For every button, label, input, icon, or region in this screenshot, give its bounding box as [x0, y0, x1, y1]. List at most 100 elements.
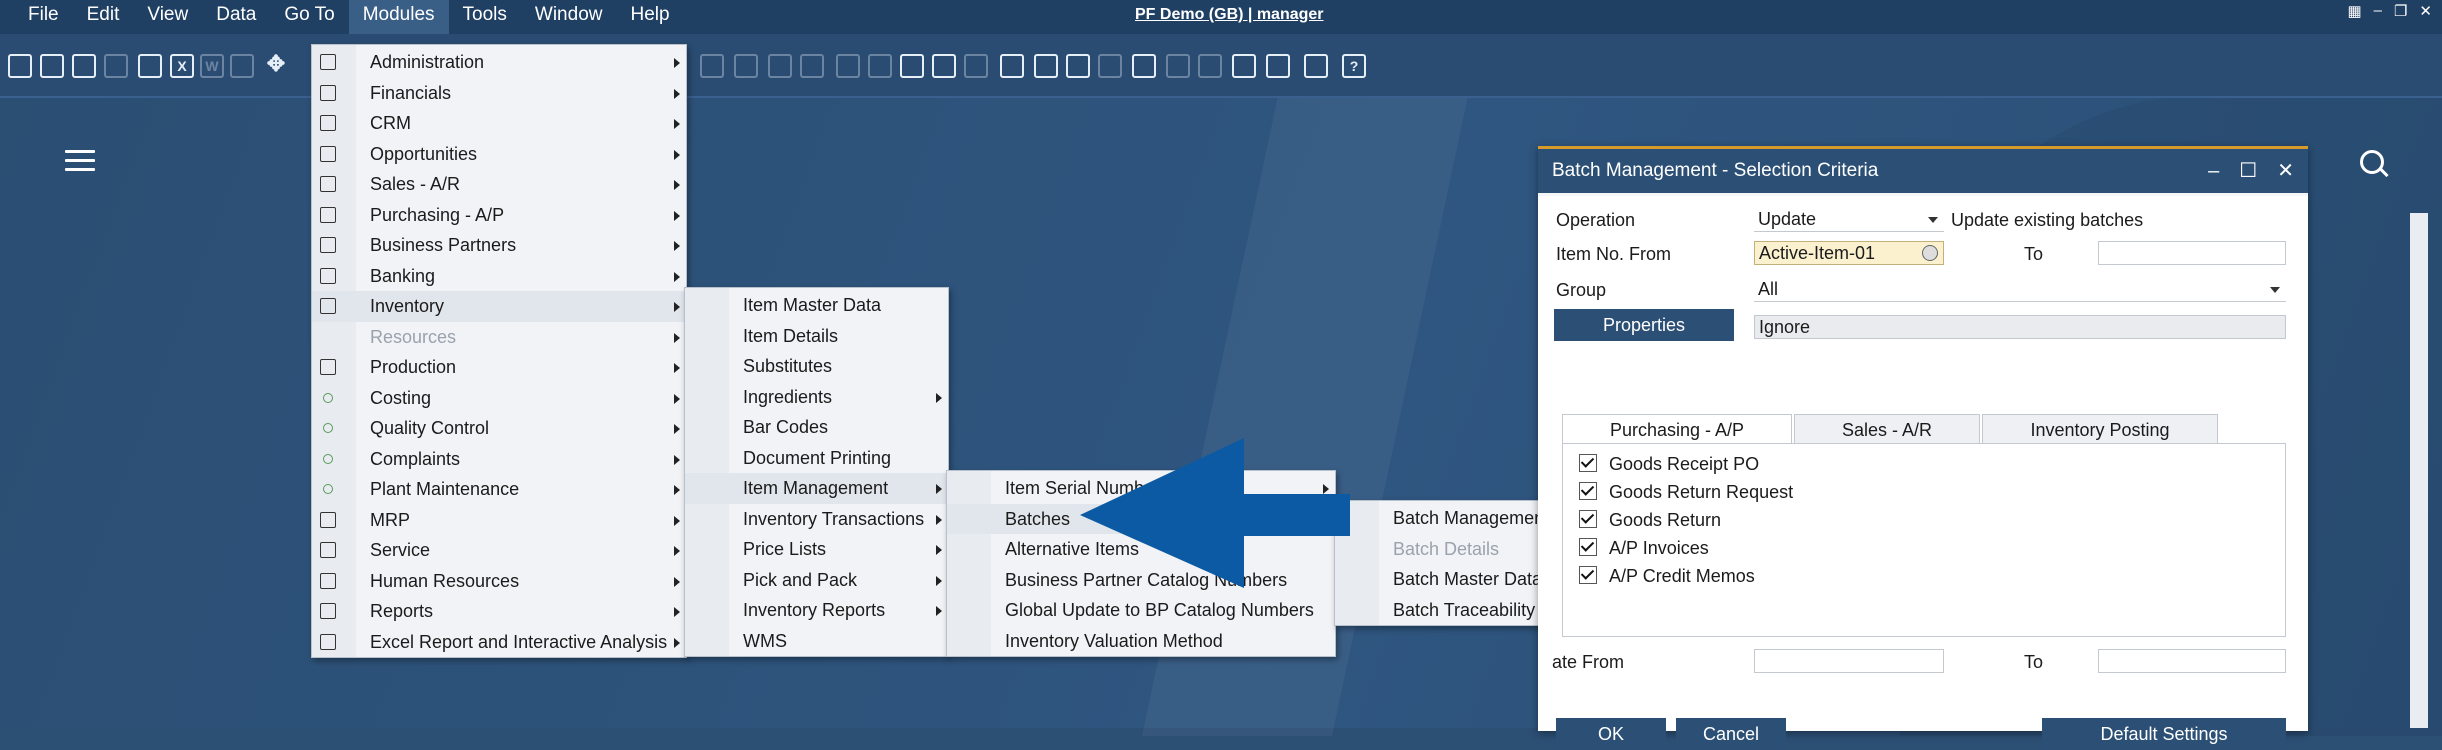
toolbar-icon-j[interactable]: [1000, 54, 1024, 78]
dialog-title-bar[interactable]: Batch Management - Selection Criteria – …: [1538, 149, 2308, 193]
app-title[interactable]: PF Demo (GB) | manager: [1135, 6, 1324, 24]
date-to-field[interactable]: [2098, 649, 2286, 673]
help-icon[interactable]: ?: [1342, 54, 1366, 78]
move-icon[interactable]: ✥: [264, 53, 288, 78]
properties-button[interactable]: Properties: [1554, 309, 1734, 341]
menu-item-ingredients[interactable]: Ingredients: [685, 382, 948, 413]
operation-dropdown[interactable]: Update: [1754, 208, 1944, 232]
menu-item-opportunities[interactable]: Opportunities: [312, 139, 686, 170]
menu-item-bar-codes[interactable]: Bar Codes: [685, 412, 948, 443]
toolbar-icon-m[interactable]: [1098, 54, 1122, 78]
menu-item-excel-report[interactable]: Excel Report and Interactive Analysis: [312, 627, 686, 658]
minimize-icon[interactable]: –: [2208, 149, 2219, 193]
toolbar-icon-f[interactable]: [868, 54, 892, 78]
menu-item-production[interactable]: Production: [312, 352, 686, 383]
menu-item-mrp[interactable]: MRP: [312, 505, 686, 536]
tab-sales[interactable]: Sales - A/R: [1794, 414, 1980, 444]
toolbar-icon-d[interactable]: [800, 54, 824, 78]
menu-item-service[interactable]: Service: [312, 535, 686, 566]
menu-item-banking[interactable]: Banking: [312, 261, 686, 292]
send-icon[interactable]: [138, 54, 162, 78]
menu-item-substitutes[interactable]: Substitutes: [685, 351, 948, 382]
tab-inventory-posting[interactable]: Inventory Posting: [1982, 414, 2218, 444]
checkbox-ap-invoices[interactable]: [1579, 538, 1597, 556]
toolbar-icon-k[interactable]: [1034, 54, 1058, 78]
toolbar-icon-r[interactable]: [1266, 54, 1290, 78]
close-icon[interactable]: ✕: [2277, 149, 2294, 193]
toolbar-icon-c[interactable]: [768, 54, 792, 78]
menu-item-crm[interactable]: CRM: [312, 108, 686, 139]
toolbar-icon-l[interactable]: [1066, 54, 1090, 78]
menu-item-global-update-bp-catalog[interactable]: Global Update to BP Catalog Numbers: [947, 595, 1335, 626]
menu-file[interactable]: File: [14, 0, 73, 34]
search-icon[interactable]: [2360, 150, 2384, 174]
checkbox-ap-credit-memos[interactable]: [1579, 566, 1597, 584]
menu-item-inventory-reports[interactable]: Inventory Reports: [685, 595, 948, 626]
export-excel-icon[interactable]: X: [170, 54, 194, 78]
menu-item-business-partners[interactable]: Business Partners: [312, 230, 686, 261]
group-dropdown[interactable]: All: [1754, 278, 2286, 302]
restore-icon[interactable]: ❐: [2394, 2, 2407, 20]
checkbox-goods-receipt-po[interactable]: [1579, 454, 1597, 472]
export-word-icon[interactable]: W: [200, 54, 224, 78]
cancel-button[interactable]: Cancel: [1676, 718, 1786, 750]
menu-item-item-details[interactable]: Item Details: [685, 321, 948, 352]
menu-help[interactable]: Help: [616, 0, 683, 34]
minimize-icon[interactable]: –: [2374, 2, 2382, 20]
maximize-icon[interactable]: ☐: [2239, 149, 2257, 193]
item-from-field[interactable]: Active-Item-01: [1754, 241, 1944, 265]
toolbar-icon-s[interactable]: [1304, 54, 1328, 78]
menu-item-item-master-data[interactable]: Item Master Data: [685, 290, 948, 321]
toolbar-icon-h[interactable]: [932, 54, 956, 78]
menu-item-quality-control[interactable]: Quality Control: [312, 413, 686, 444]
menu-item-complaints[interactable]: Complaints: [312, 444, 686, 475]
toolbar-icon-n[interactable]: [1132, 54, 1156, 78]
vertical-scrollbar[interactable]: [2410, 213, 2428, 728]
menu-view[interactable]: View: [133, 0, 202, 34]
menu-item-inventory-valuation-method[interactable]: Inventory Valuation Method: [947, 626, 1335, 657]
menu-item-document-printing[interactable]: Document Printing: [685, 443, 948, 474]
menu-item-inventory-transactions[interactable]: Inventory Transactions: [685, 504, 948, 535]
menu-item-wms[interactable]: WMS: [685, 626, 948, 657]
menu-data[interactable]: Data: [202, 0, 270, 34]
menu-modules[interactable]: Modules: [348, 0, 449, 34]
toolbar-icon-q[interactable]: [1232, 54, 1256, 78]
checkbox-goods-return[interactable]: [1579, 510, 1597, 528]
checkbox-goods-return-request[interactable]: [1579, 482, 1597, 500]
menu-item-reports[interactable]: Reports: [312, 596, 686, 627]
export-pdf-icon[interactable]: [230, 54, 254, 78]
menu-item-costing[interactable]: Costing: [312, 383, 686, 414]
menu-item-item-management[interactable]: Item Management: [685, 473, 948, 504]
tile-icon[interactable]: ▦: [2347, 2, 2361, 20]
email-icon[interactable]: [104, 54, 128, 78]
toolbar-icon-e[interactable]: [836, 54, 860, 78]
menu-item-batch-master-data[interactable]: Batch Master Data: [1335, 564, 1567, 595]
menu-item-sales[interactable]: Sales - A/R: [312, 169, 686, 200]
toolbar-icon-o[interactable]: [1166, 54, 1190, 78]
choose-from-list-icon[interactable]: [1922, 245, 1938, 261]
menu-item-batch-management[interactable]: Batch Management: [1335, 503, 1567, 534]
item-to-field[interactable]: [2098, 241, 2286, 265]
menu-item-plant-maintenance[interactable]: Plant Maintenance: [312, 474, 686, 505]
menu-item-pick-and-pack[interactable]: Pick and Pack: [685, 565, 948, 596]
toolbar-icon-p[interactable]: [1198, 54, 1222, 78]
default-settings-button[interactable]: Default Settings: [2042, 718, 2286, 750]
toolbar-icon-b[interactable]: [734, 54, 758, 78]
menu-window[interactable]: Window: [521, 0, 617, 34]
hamburger-menu-icon[interactable]: [65, 150, 95, 174]
menu-item-purchasing[interactable]: Purchasing - A/P: [312, 200, 686, 231]
find-icon[interactable]: [8, 54, 32, 78]
ok-button[interactable]: OK: [1556, 718, 1666, 750]
print-icon[interactable]: [40, 54, 64, 78]
toolbar-icon-a[interactable]: [700, 54, 724, 78]
close-icon[interactable]: ✕: [2419, 2, 2432, 20]
menu-item-batch-traceability[interactable]: Batch Traceability: [1335, 595, 1567, 626]
print-preview-icon[interactable]: [72, 54, 96, 78]
menu-item-inventory[interactable]: Inventory: [312, 291, 686, 322]
menu-item-human-resources[interactable]: Human Resources: [312, 566, 686, 597]
tab-purchasing[interactable]: Purchasing - A/P: [1562, 414, 1792, 444]
menu-item-financials[interactable]: Financials: [312, 78, 686, 109]
toolbar-icon-i[interactable]: [964, 54, 988, 78]
date-from-field[interactable]: [1754, 649, 1944, 673]
menu-edit[interactable]: Edit: [73, 0, 134, 34]
